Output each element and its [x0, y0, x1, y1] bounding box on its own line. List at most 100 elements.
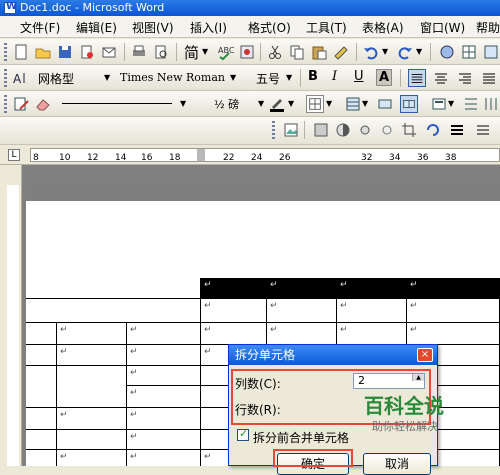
align-center-icon[interactable]: [432, 69, 450, 87]
insert-table-icon[interactable]: [482, 43, 500, 61]
brightness-icon[interactable]: [356, 121, 374, 139]
new-document-icon[interactable]: [12, 43, 30, 61]
horizontal-ruler[interactable]: L 8 10 12 14 16 18 22 24 26 32 34 36 38: [0, 145, 500, 165]
chevron-down-icon[interactable]: ▼: [180, 99, 186, 108]
hyperlink-icon[interactable]: [438, 43, 456, 61]
style-box[interactable]: 网格型: [38, 70, 74, 87]
menu-insert[interactable]: 插入(I): [190, 19, 227, 36]
toolbar-separator: [300, 69, 301, 87]
menu-file[interactable]: 文件(F): [20, 19, 60, 36]
character-shading-button[interactable]: A: [376, 69, 392, 86]
print-preview-icon[interactable]: [152, 43, 170, 61]
rotate-icon[interactable]: [424, 121, 442, 139]
merge-cells-icon[interactable]: [376, 95, 394, 113]
permission-icon[interactable]: [78, 43, 96, 61]
toolbar-separator: [260, 43, 261, 61]
chevron-down-icon[interactable]: ▼: [286, 73, 292, 82]
chevron-down-icon[interactable]: ▼: [416, 47, 422, 56]
draw-table-icon[interactable]: [12, 95, 30, 113]
chevron-down-icon[interactable]: ▼: [258, 99, 264, 108]
research-icon[interactable]: [238, 43, 256, 61]
chevron-down-icon[interactable]: ▼: [448, 99, 454, 108]
indent-marker[interactable]: [197, 149, 205, 161]
menu-view[interactable]: 视图(V): [132, 19, 174, 36]
email-icon[interactable]: [100, 43, 118, 61]
tables-borders-toolbar: ▼ ½ 磅 ▼ ▼ ▼ ▼ ▼: [0, 91, 500, 117]
distribute-rows-icon[interactable]: [462, 95, 480, 113]
line-weight-box[interactable]: ½ 磅: [214, 96, 239, 112]
chevron-down-icon[interactable]: ▼: [104, 73, 110, 82]
window-title: Doc1.doc - Microsoft Word: [20, 1, 165, 14]
selected-cells[interactable]: [200, 278, 500, 298]
align-cell-icon[interactable]: [430, 95, 448, 113]
menu-tools[interactable]: 工具(T): [306, 19, 347, 36]
insert-picture-icon[interactable]: [282, 121, 300, 139]
open-folder-icon[interactable]: [34, 43, 52, 61]
close-button[interactable]: ×: [417, 348, 433, 362]
contrast-icon[interactable]: [334, 121, 352, 139]
underline-button[interactable]: U: [354, 69, 364, 84]
cell-end-mark: ↵: [130, 368, 138, 378]
align-right-icon[interactable]: [456, 69, 474, 87]
text-wrapping-icon[interactable]: [474, 121, 492, 139]
brightness-more-icon[interactable]: [378, 121, 396, 139]
bold-button[interactable]: B: [308, 69, 318, 84]
title-bar: Doc1.doc - Microsoft Word: [0, 0, 500, 16]
toolbar-grip[interactable]: [272, 121, 275, 139]
font-size-box[interactable]: 五号: [256, 70, 280, 87]
print-icon[interactable]: [130, 43, 148, 61]
chevron-down-icon[interactable]: ▼: [288, 99, 294, 108]
cancel-button[interactable]: 取消: [363, 453, 431, 475]
distribute-columns-icon[interactable]: [482, 95, 500, 113]
table-line: [126, 322, 127, 466]
redo-icon[interactable]: [396, 43, 414, 61]
font-box[interactable]: Times New Roman: [120, 71, 225, 84]
cell-end-mark: ↵: [130, 347, 138, 357]
toolbar-separator: [176, 43, 177, 61]
borders-icon[interactable]: [306, 95, 324, 113]
tables-borders-icon[interactable]: [460, 43, 478, 61]
chevron-down-icon[interactable]: ▼: [362, 99, 368, 108]
toolbar-separator: [430, 43, 431, 61]
crop-icon[interactable]: [400, 121, 418, 139]
eraser-icon[interactable]: [34, 95, 52, 113]
toolbar-grip[interactable]: [4, 95, 7, 113]
styles-formatting-icon[interactable]: A: [12, 69, 30, 87]
italic-button[interactable]: I: [332, 69, 337, 84]
paste-icon[interactable]: [310, 43, 328, 61]
menu-format[interactable]: 格式(O): [248, 19, 291, 36]
chevron-down-icon[interactable]: ▼: [326, 99, 332, 108]
insert-table-dropdown-icon[interactable]: [344, 95, 362, 113]
format-painter-icon[interactable]: [332, 43, 350, 61]
toolbar-grip[interactable]: [4, 43, 7, 61]
cut-icon[interactable]: [266, 43, 284, 61]
ruler-strip[interactable]: [7, 185, 19, 466]
save-icon[interactable]: [56, 43, 74, 61]
line-style-box[interactable]: [62, 103, 172, 104]
ruler-strip[interactable]: 8 10 12 14 16 18 22 24 26 32 34 36 38: [30, 148, 500, 163]
menu-edit[interactable]: 编辑(E): [76, 19, 117, 36]
vertical-ruler[interactable]: [0, 165, 22, 466]
svg-text:A: A: [13, 72, 22, 86]
menu-table[interactable]: 表格(A): [362, 19, 404, 36]
split-cells-icon[interactable]: [400, 95, 418, 113]
watermark: 百科全说 助你轻松解决: [340, 382, 470, 442]
merge-before-split-checkbox[interactable]: [237, 427, 249, 441]
cell-end-mark: ↵: [130, 410, 138, 420]
undo-icon[interactable]: [362, 43, 380, 61]
distributed-align-icon[interactable]: [480, 69, 498, 87]
line-style-icon[interactable]: [448, 121, 466, 139]
spelling-icon[interactable]: ABC: [216, 43, 234, 61]
chevron-down-icon[interactable]: ▼: [202, 47, 208, 56]
copy-icon[interactable]: [288, 43, 306, 61]
image-control-icon[interactable]: [312, 121, 330, 139]
chevron-down-icon[interactable]: ▼: [230, 73, 236, 82]
chevron-down-icon[interactable]: ▼: [382, 47, 388, 56]
menu-help[interactable]: 帮助: [476, 19, 500, 36]
toolbar-grip[interactable]: [4, 69, 7, 87]
border-color-icon[interactable]: [268, 95, 286, 113]
align-justify-icon[interactable]: [408, 69, 426, 87]
tab-selector[interactable]: L: [8, 149, 20, 161]
traditional-chinese-button[interactable]: 简: [184, 42, 199, 63]
menu-window[interactable]: 窗口(W): [420, 19, 465, 36]
